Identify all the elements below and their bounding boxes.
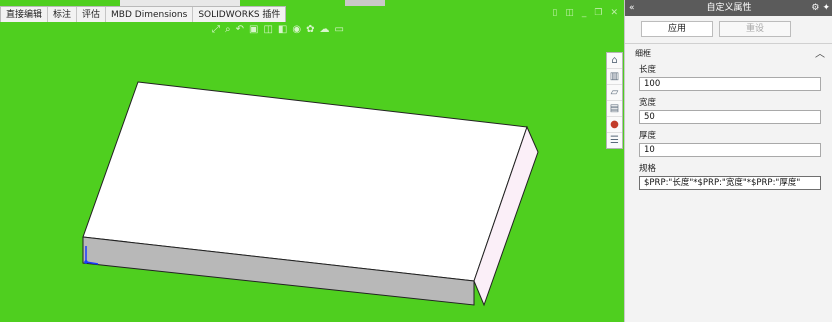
panel-title: 自定义属性 xyxy=(706,3,752,13)
panel-header: « 自定义属性 ⚙ ✦ xyxy=(625,0,832,16)
spec-input[interactable]: $PRP:"长度"*$PRP:"宽度"*$PRP:"厚度" xyxy=(639,176,821,190)
group-label: 细框 xyxy=(635,49,651,58)
field-label-thickness: 厚度 xyxy=(639,131,657,141)
reset-button[interactable]: 重设 xyxy=(719,21,791,37)
pin-icon[interactable]: ✦ xyxy=(822,0,830,16)
settings-icon[interactable]: ⚙ xyxy=(811,0,819,16)
thickness-input[interactable]: 10 xyxy=(639,143,821,157)
length-input[interactable]: 100 xyxy=(639,77,821,91)
custom-properties-icon[interactable]: ☰ xyxy=(607,133,622,148)
field-label-width: 宽度 xyxy=(639,98,657,108)
custom-properties-panel: « 自定义属性 ⚙ ✦ 应用 重设 细框 ︿ 长度 100 宽度 50 厚度 1… xyxy=(624,0,832,322)
group-header[interactable]: 细框 ︿ xyxy=(625,44,832,60)
appearances-icon[interactable]: ● xyxy=(607,117,622,133)
file-explorer-icon[interactable]: ▱ xyxy=(607,85,622,101)
width-input[interactable]: 50 xyxy=(639,110,821,124)
apply-button[interactable]: 应用 xyxy=(641,21,713,37)
origin-point xyxy=(84,260,88,264)
part-model[interactable] xyxy=(0,0,624,322)
field-label-spec: 规格 xyxy=(639,164,657,174)
3d-views-icon[interactable]: ▥ xyxy=(607,69,622,85)
collapse-icon[interactable]: « xyxy=(629,0,635,16)
home-icon[interactable]: ⌂ xyxy=(607,53,622,69)
chevron-up-icon[interactable]: ︿ xyxy=(815,45,825,60)
task-pane-tabs: ⌂ ▥ ▱ ▤ ● ☰ xyxy=(606,52,623,149)
view-palette-icon[interactable]: ▤ xyxy=(607,101,622,117)
field-label-length: 长度 xyxy=(639,65,657,75)
